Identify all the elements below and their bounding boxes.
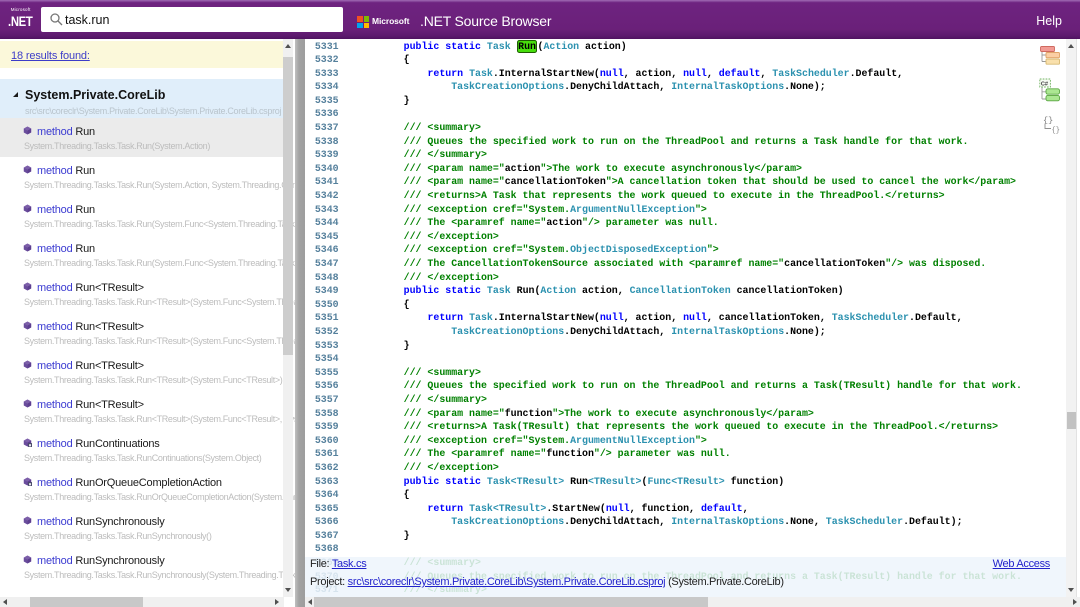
svg-text:{}: {} (1043, 116, 1053, 126)
svg-text:{}: {} (1052, 127, 1060, 135)
svg-text:C#: C# (1041, 82, 1049, 88)
